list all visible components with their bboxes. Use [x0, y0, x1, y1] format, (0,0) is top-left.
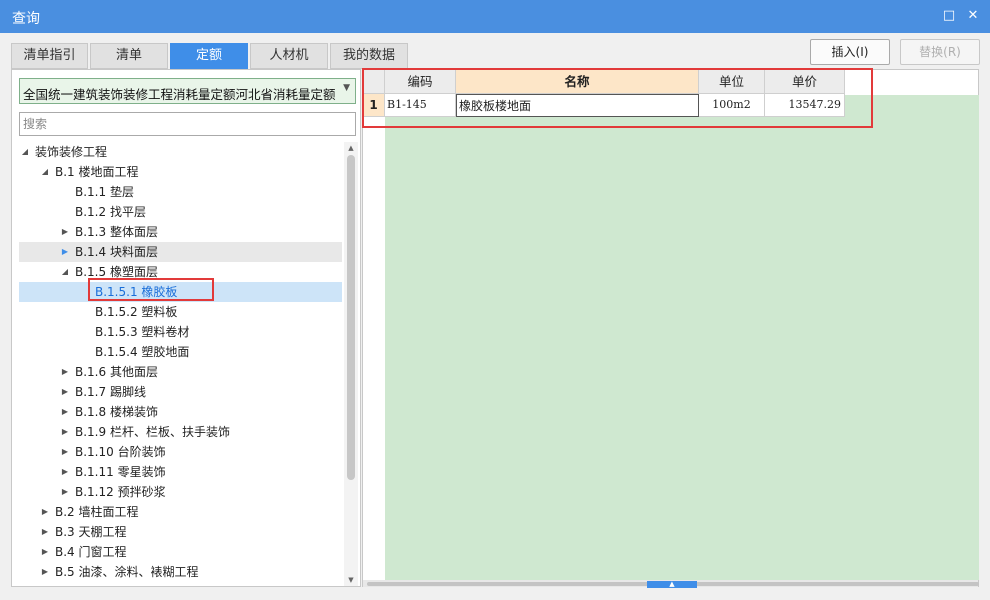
tree-node-label: B.1.5.4 塑胶地面	[95, 345, 190, 359]
tree-collapsed-icon[interactable]: ▶	[60, 402, 70, 422]
tree-collapsed-icon[interactable]: ▶	[40, 542, 50, 562]
grid-empty-area	[385, 95, 979, 580]
tree-node-label: B.1.12 预拌砂浆	[75, 485, 166, 499]
tree-node-label: B.1.3 整体面层	[75, 225, 158, 239]
column-header-unit[interactable]: 单位	[699, 70, 765, 94]
tree-collapsed-icon[interactable]: ▶	[60, 242, 70, 262]
tree-collapsed-icon[interactable]: ▶	[40, 522, 50, 542]
close-icon[interactable]: ✕	[965, 8, 981, 24]
tab-labor-material-machine[interactable]: 人材机	[250, 43, 328, 69]
tree-node-label: B.1.5.1 橡胶板	[95, 285, 178, 299]
tree-expanded-icon[interactable]: ◢	[60, 262, 70, 282]
replace-button[interactable]: 替换(R)	[900, 39, 980, 65]
tree-collapsed-icon[interactable]: ▶	[60, 362, 70, 382]
tab-bill-guide[interactable]: 清单指引	[11, 43, 88, 69]
column-header-price[interactable]: 单价	[765, 70, 845, 94]
maximize-icon[interactable]: □	[941, 8, 957, 24]
quota-library-value: 全国统一建筑装饰装修工程消耗量定额河北省消耗量定额(20	[23, 87, 335, 102]
collapse-panel-icon[interactable]: ▲	[647, 581, 697, 588]
tree-expanded-icon[interactable]: ◢	[20, 142, 30, 162]
tab-bill[interactable]: 清单	[90, 43, 168, 69]
scroll-down-icon[interactable]: ▼	[344, 574, 358, 586]
tree-node-label: B.1.10 台阶装饰	[75, 445, 166, 459]
search-input[interactable]	[19, 112, 356, 136]
tree-node[interactable]: ▶ B.1.6 其他面层	[19, 362, 342, 382]
row-name-cell[interactable]: 橡胶板楼地面	[456, 94, 699, 117]
row-index-header	[363, 70, 385, 94]
tree-node[interactable]: ▶ B.1.3 整体面层	[19, 222, 342, 242]
tree-node[interactable]: B.1.5.3 塑料卷材	[19, 322, 342, 342]
tree-node[interactable]: ▶ B.3 天棚工程	[19, 522, 342, 542]
tree-node-label: B.1.9 栏杆、栏板、扶手装饰	[75, 425, 230, 439]
tab-my-data[interactable]: 我的数据	[330, 43, 408, 69]
tree-node-label: B.1.5.3 塑料卷材	[95, 325, 190, 339]
tree-collapsed-icon[interactable]: ▶	[40, 502, 50, 522]
tree-node[interactable]: ◢ 装饰装修工程	[19, 142, 342, 162]
tree-node[interactable]: B.1.1 垫层	[19, 182, 342, 202]
tree-node-label: B.1.7 踢脚线	[75, 385, 146, 399]
tree-node[interactable]: ▶ B.1.9 栏杆、栏板、扶手装饰	[19, 422, 342, 442]
tree-scrollbar[interactable]: ▲ ▼	[344, 142, 358, 586]
scroll-up-icon[interactable]: ▲	[344, 142, 358, 154]
tree-collapsed-icon[interactable]: ▶	[60, 382, 70, 402]
column-header-code[interactable]: 编码	[385, 70, 456, 94]
tab-quota[interactable]: 定额	[170, 43, 248, 69]
row-price-cell[interactable]: 13547.29	[765, 94, 845, 117]
tree-node-label: B.1.5 橡塑面层	[75, 265, 158, 279]
row-code-cell[interactable]: B1-145	[385, 94, 456, 117]
tree-collapsed-icon[interactable]: ▶	[60, 222, 70, 242]
tree-node[interactable]: B.1.5.4 塑胶地面	[19, 342, 342, 362]
tree-node[interactable]: ▶ B.1.8 楼梯装饰	[19, 402, 342, 422]
tree-node[interactable]: ▶ B.1.10 台阶装饰	[19, 442, 342, 462]
tree-node[interactable]: ▶ B.1.12 预拌砂浆	[19, 482, 342, 502]
tree-node-label: B.2 墙柱面工程	[55, 505, 139, 519]
tree-node[interactable]: ▶ B.2 墙柱面工程	[19, 502, 342, 522]
tree-node[interactable]: B.1.5.1 橡胶板	[19, 282, 342, 302]
tree-node-label: B.1.6 其他面层	[75, 365, 158, 379]
window-title: 查询	[12, 11, 40, 27]
tree-node-label: 装饰装修工程	[35, 145, 108, 159]
quota-library-select[interactable]: 全国统一建筑装饰装修工程消耗量定额河北省消耗量定额(20 ▼	[19, 78, 356, 104]
column-header-name[interactable]: 名称	[456, 70, 699, 94]
row-unit-cell[interactable]: 100m2	[699, 94, 765, 117]
tree-collapsed-icon[interactable]: ▶	[60, 422, 70, 442]
tree-node-label: B.1 楼地面工程	[55, 165, 139, 179]
tree-node[interactable]: B.1.5.2 塑料板	[19, 302, 342, 322]
tree-node-label: B.1.11 零星装饰	[75, 465, 166, 479]
tree-collapsed-icon[interactable]: ▶	[60, 462, 70, 482]
tree-node-label: B.1.1 垫层	[75, 185, 134, 199]
tree-node[interactable]: ▶ B.5 油漆、涂料、裱糊工程	[19, 562, 342, 582]
tree-node-label: B.1.8 楼梯装饰	[75, 405, 158, 419]
left-panel: 全国统一建筑装饰装修工程消耗量定额河北省消耗量定额(20 ▼ ◢ 装饰装修工程 ◢ B…	[11, 69, 361, 587]
chapter-tree: ◢ 装饰装修工程 ◢ B.1 楼地面工程 B.1.1 垫层 B.1.2 找平层 ▶ B.1.3…	[19, 142, 342, 586]
result-panel: 编码 名称 单位 单价 1 B1-145 橡胶板楼地面 100m2 13547.…	[362, 69, 979, 588]
tree-node[interactable]: ▶ B.1.11 零星装饰	[19, 462, 342, 482]
tree-node[interactable]: ▶ B.1.7 踢脚线	[19, 382, 342, 402]
tree-expanded-icon[interactable]: ◢	[40, 162, 50, 182]
tree-collapsed-icon[interactable]: ▶	[40, 562, 50, 582]
title-bar: 查询 □ ✕	[0, 0, 990, 33]
tree-node-label: B.1.2 找平层	[75, 205, 146, 219]
tree-node-label: B.5 油漆、涂料、裱糊工程	[55, 565, 199, 579]
tree-node[interactable]: B.1.2 找平层	[19, 202, 342, 222]
tree-node[interactable]: ▶ B.1.4 块料面层	[19, 242, 342, 262]
tree-node-label: B.4 门窗工程	[55, 545, 127, 559]
tree-node-label: B.3 天棚工程	[55, 525, 127, 539]
tree-node[interactable]: ◢ B.1 楼地面工程	[19, 162, 342, 182]
tree-collapsed-icon[interactable]: ▶	[60, 442, 70, 462]
row-index: 1	[363, 94, 385, 117]
tree-node[interactable]: ◢ B.1.5 橡塑面层	[19, 262, 342, 282]
tree-node-label: B.1.5.2 塑料板	[95, 305, 178, 319]
insert-button[interactable]: 插入(I)	[810, 39, 890, 65]
chevron-down-icon[interactable]: ▼	[343, 83, 350, 93]
tree-node[interactable]: ▶ B.4 门窗工程	[19, 542, 342, 562]
tree-collapsed-icon[interactable]: ▶	[60, 482, 70, 502]
tree-node-label: B.1.4 块料面层	[75, 245, 158, 259]
scrollbar-thumb[interactable]	[347, 155, 355, 480]
